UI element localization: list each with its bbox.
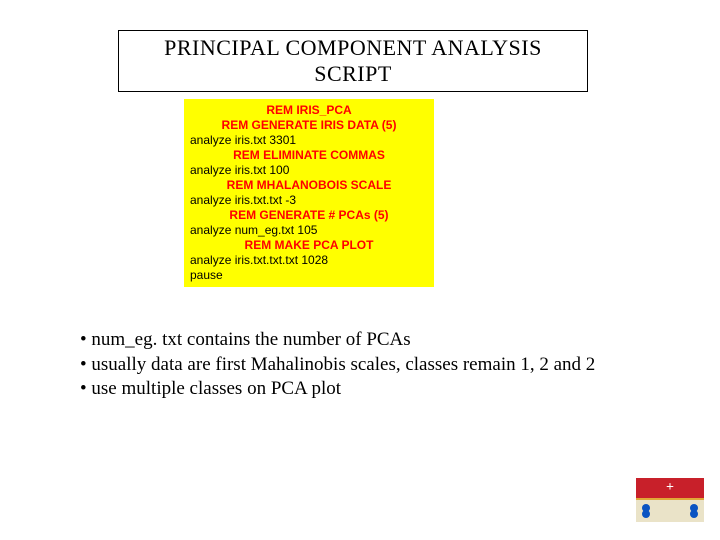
rem-line: REM GENERATE IRIS DATA (5) [188, 118, 430, 133]
bullet-item: • use multiple classes on PCA plot [80, 377, 595, 402]
bullet-list: • num_eg. txt contains the number of PCA… [80, 328, 595, 402]
logo-top: + [636, 478, 704, 498]
logo-crest-icon: + [636, 478, 704, 522]
plus-icon: + [666, 481, 674, 495]
cmd-line: analyze iris.txt 3301 [188, 133, 430, 148]
bullet-item: • usually data are first Mahalinobis sca… [80, 353, 595, 378]
dot-icon [690, 510, 698, 518]
cmd-line: analyze iris.txt 100 [188, 163, 430, 178]
title-text: PRINCIPAL COMPONENT ANALYSIS SCRIPT [164, 35, 542, 86]
cmd-line: analyze iris.txt.txt -3 [188, 193, 430, 208]
dot-icon [642, 510, 650, 518]
cmd-line: pause [188, 268, 430, 283]
rem-line: REM GENERATE # PCAs (5) [188, 208, 430, 223]
cmd-line: analyze iris.txt.txt.txt 1028 [188, 253, 430, 268]
rem-line: REM MHALANOBOIS SCALE [188, 178, 430, 193]
cmd-line: analyze num_eg.txt 105 [188, 223, 430, 238]
logo-bottom [636, 498, 704, 522]
rem-line: REM MAKE PCA PLOT [188, 238, 430, 253]
slide-title: PRINCIPAL COMPONENT ANALYSIS SCRIPT [118, 30, 588, 92]
rem-line: REM ELIMINATE COMMAS [188, 148, 430, 163]
script-code-block: REM IRIS_PCA REM GENERATE IRIS DATA (5) … [184, 99, 434, 287]
bullet-item: • num_eg. txt contains the number of PCA… [80, 328, 595, 353]
rem-line: REM IRIS_PCA [188, 103, 430, 118]
